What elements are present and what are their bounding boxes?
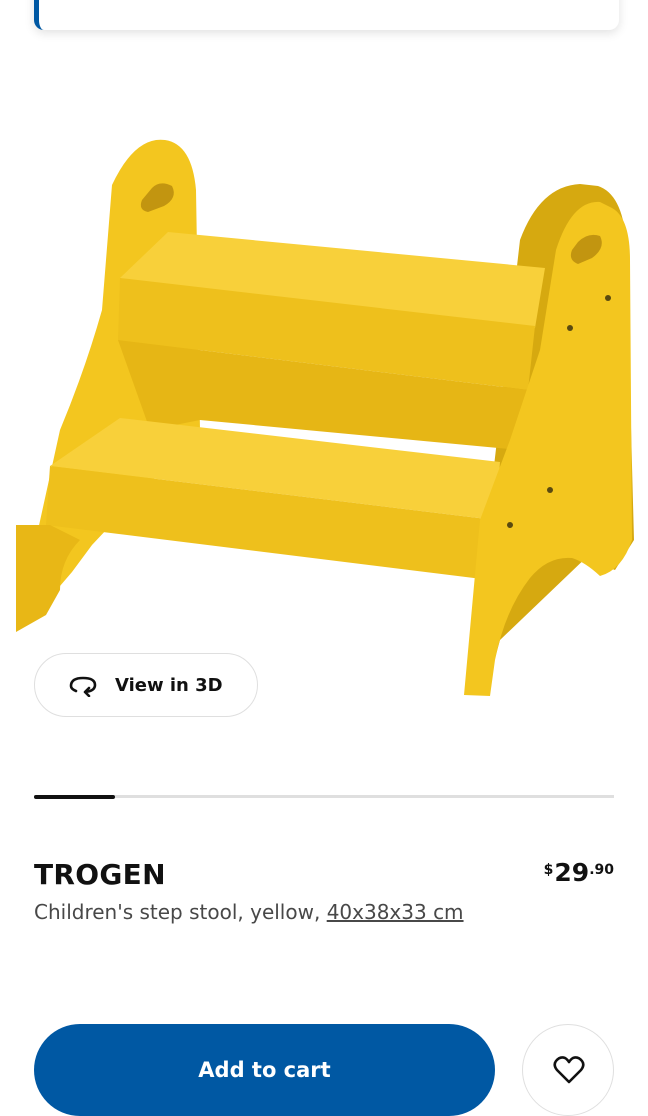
- rotate-3d-icon: [69, 676, 97, 697]
- view-in-3d-button[interactable]: View in 3D: [34, 653, 258, 717]
- product-name: TROGEN: [34, 858, 166, 891]
- product-image[interactable]: [0, 100, 648, 720]
- screw: [567, 325, 573, 331]
- product-description: Children's step stool, yellow, 40x38x33 …: [34, 900, 464, 924]
- product-description-text: Children's step stool, yellow,: [34, 900, 327, 924]
- view-in-3d-label: View in 3D: [115, 674, 223, 696]
- screw: [507, 522, 513, 528]
- product-dimensions-link[interactable]: 40x38x33 cm: [327, 900, 464, 924]
- stool-left-leg: [16, 525, 80, 632]
- add-to-cart-label: Add to cart: [198, 1058, 331, 1082]
- product-price: $ 29 .90: [544, 858, 614, 887]
- price-decimal: .90: [589, 862, 614, 878]
- gallery-progress-track: [34, 794, 614, 799]
- add-to-cart-button[interactable]: Add to cart: [34, 1024, 495, 1116]
- wishlist-button[interactable]: [522, 1024, 614, 1116]
- top-info-card: [34, 0, 619, 30]
- price-integer: 29: [554, 858, 590, 887]
- screw: [605, 295, 611, 301]
- price-currency: $: [543, 862, 554, 878]
- screw: [547, 487, 553, 493]
- heart-icon: [553, 1056, 585, 1084]
- gallery-progress-indicator: [34, 794, 116, 799]
